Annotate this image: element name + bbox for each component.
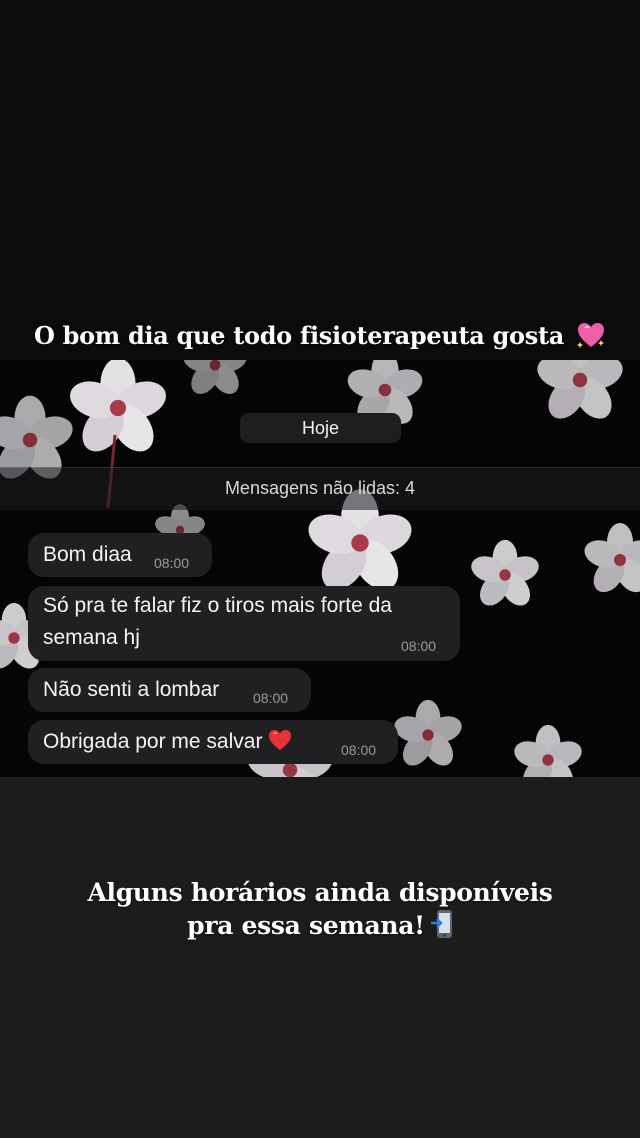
unread-messages-label: Mensagens não lidas: 4	[224, 478, 416, 498]
message-text-line-1: Só pra te falar fiz o tiros mais forte d…	[43, 594, 392, 617]
caption-bottom-line-2-wrap: pra essa semana!	[0, 909, 640, 942]
story-top-background	[0, 0, 640, 360]
message-text: Não senti a lombar	[43, 678, 220, 701]
mobile-phone-arrow-icon	[430, 909, 453, 939]
story-bottom-background	[0, 777, 640, 1138]
message-bubble[interactable]: Não senti a lombar 08:00	[28, 668, 311, 712]
message-time: 08:00	[253, 690, 289, 706]
sparkling-heart-icon	[576, 320, 606, 350]
chat-screenshot: Hoje Mensagens não lidas: 4 Bom diaa 08:…	[0, 360, 640, 777]
story-caption-bottom: Alguns horários ainda disponíveis pra es…	[0, 876, 640, 942]
caption-bottom-line-1: Alguns horários ainda disponíveis	[87, 878, 553, 907]
message-text-line-2: semana hj	[43, 626, 140, 649]
message-bubble[interactable]: Obrigada por me salvar 08:00	[28, 720, 398, 764]
message-bubble[interactable]: Só pra te falar fiz o tiros mais forte d…	[28, 586, 460, 661]
message-time: 08:00	[154, 555, 190, 571]
message-bubble[interactable]: Bom diaa 08:00	[28, 533, 212, 577]
message-text: Bom diaa	[43, 543, 132, 566]
unread-messages-banner: Mensagens não lidas: 4	[0, 467, 640, 510]
caption-top-text: O bom dia que todo fisioterapeuta gosta	[33, 321, 564, 350]
story-caption-top: O bom dia que todo fisioterapeuta gosta	[0, 318, 640, 354]
date-separator-pill: Hoje	[240, 413, 401, 443]
message-text: Obrigada por me salvar	[43, 730, 263, 753]
message-text-with-emoji: Obrigada por me salvar	[43, 726, 292, 758]
message-time: 08:00	[401, 638, 437, 654]
red-heart-icon	[268, 729, 292, 751]
caption-bottom-line-2: pra essa semana!	[187, 911, 425, 940]
message-time: 08:00	[341, 742, 377, 758]
